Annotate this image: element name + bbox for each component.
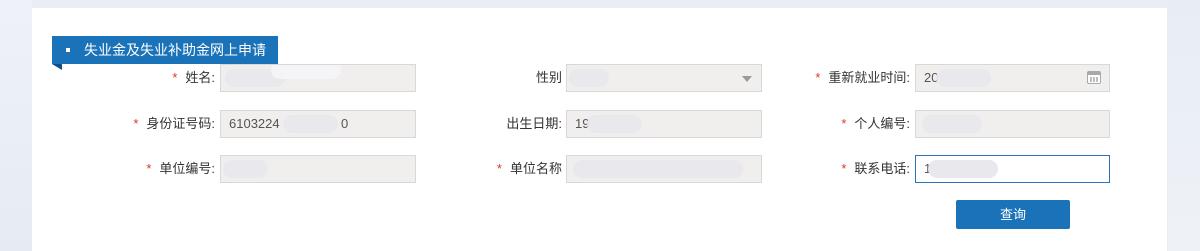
- personal-no-field[interactable]: [915, 110, 1110, 138]
- id-number-value-end: 0: [341, 116, 349, 131]
- phone-label-text: 联系电话:: [854, 161, 910, 176]
- reemploy-time-label: * 重新就业时间:: [800, 64, 910, 92]
- required-mark: *: [172, 70, 178, 85]
- unit-no-field[interactable]: [220, 155, 416, 183]
- reemploy-time-label-text: 重新就业时间:: [828, 70, 910, 85]
- personal-no-label-text: 个人编号:: [854, 116, 910, 131]
- unit-no-label-text: 单位编号:: [159, 161, 215, 176]
- gender-select[interactable]: [566, 64, 762, 92]
- unit-name-label: * 单位名称: [478, 155, 562, 183]
- id-number-label-text: 身份证号码:: [146, 116, 215, 131]
- id-number-value: 6103224: [229, 116, 280, 131]
- redaction-blur: [271, 65, 341, 79]
- required-mark: *: [815, 70, 821, 85]
- redaction-blur: [936, 69, 991, 87]
- redaction-blur: [569, 69, 609, 87]
- phone-field[interactable]: 1: [915, 155, 1110, 183]
- required-mark: *: [841, 116, 847, 131]
- tab-fold-decoration: [52, 64, 62, 70]
- gender-label-text: 性别: [535, 70, 562, 85]
- background-left: [0, 0, 32, 251]
- gender-label: 性别: [500, 64, 562, 92]
- redaction-blur: [573, 160, 743, 178]
- redaction-blur: [928, 160, 998, 178]
- unit-name-label-text: 单位名称: [509, 161, 562, 176]
- section-title: 失业金及失业补助金网上申请: [84, 42, 266, 58]
- required-mark: *: [133, 116, 139, 131]
- id-number-field[interactable]: 6103224 0: [220, 110, 416, 138]
- square-bullet-icon: [66, 48, 70, 53]
- redaction-blur: [587, 115, 642, 133]
- id-number-label: * 身份证号码:: [120, 110, 215, 138]
- required-mark: *: [146, 161, 152, 176]
- birth-date-label-text: 出生日期:: [506, 116, 562, 131]
- required-mark: *: [496, 161, 502, 176]
- section-title-tab: 失业金及失业补助金网上申请: [52, 36, 278, 70]
- personal-no-label: * 个人编号:: [820, 110, 910, 138]
- background-right: [1168, 0, 1200, 251]
- birth-date-field[interactable]: 19: [566, 110, 762, 138]
- name-label: * 姓名:: [140, 64, 215, 92]
- unit-no-label: * 单位编号:: [130, 155, 215, 183]
- chevron-down-icon[interactable]: [742, 76, 752, 82]
- redaction-blur: [922, 115, 982, 133]
- redaction-blur: [223, 160, 268, 178]
- phone-label: * 联系电话:: [820, 155, 910, 183]
- required-mark: *: [841, 161, 847, 176]
- birth-date-label: 出生日期:: [490, 110, 562, 138]
- query-button[interactable]: 查询: [956, 200, 1070, 229]
- reemploy-time-field[interactable]: 20: [915, 64, 1110, 92]
- name-field[interactable]: [220, 64, 416, 92]
- redaction-blur: [283, 115, 338, 133]
- unit-name-field[interactable]: [566, 155, 762, 183]
- calendar-icon[interactable]: [1087, 71, 1101, 84]
- name-label-text: 姓名:: [185, 70, 215, 85]
